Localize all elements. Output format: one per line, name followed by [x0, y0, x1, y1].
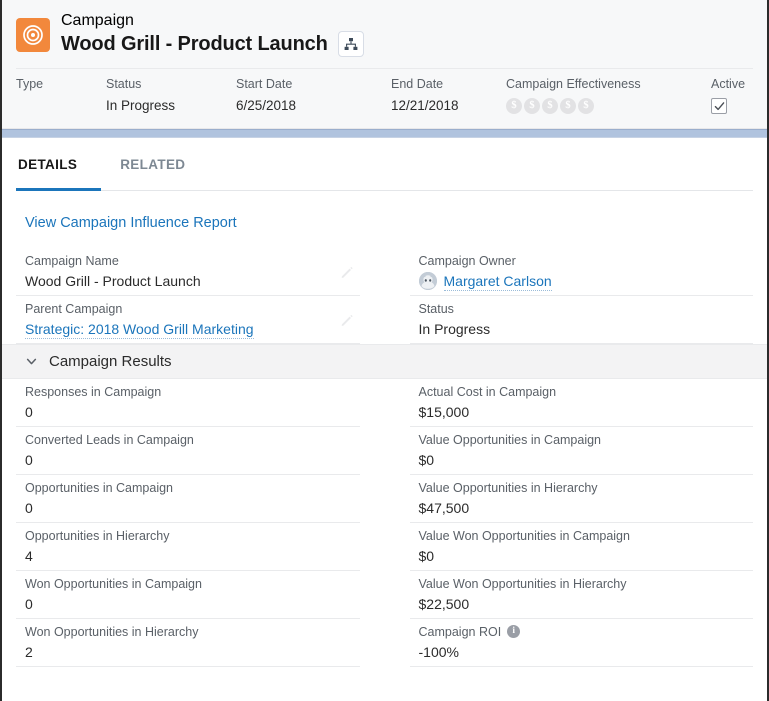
field-label: Start Date	[236, 77, 293, 91]
field-label: Campaign Effectiveness	[506, 77, 641, 91]
field-value: 2	[25, 643, 33, 660]
field-value: $22,500	[418, 595, 470, 612]
field-value: 0	[25, 595, 33, 612]
field-value: 12/21/2018	[391, 98, 459, 113]
campaign-record-page: Campaign Wood Grill - Product Launch Typ…	[0, 0, 769, 701]
tab-details[interactable]: DETAILS	[16, 138, 102, 191]
section-header-campaign-results[interactable]: Campaign Results	[2, 344, 767, 379]
field-label: Value Opportunities in Hierarchy	[418, 480, 598, 495]
field-value-opportunities-in-campaign: Value Opportunities in Campaign $0	[409, 427, 753, 475]
object-type-label: Campaign	[61, 12, 134, 29]
edit-pencil-icon[interactable]	[340, 313, 354, 327]
field-opportunities-in-campaign: Opportunities in Campaign 0	[16, 475, 360, 523]
effectiveness-rating[interactable]: $ $ $ $ $	[506, 97, 711, 114]
field-label: Opportunities in Campaign	[25, 480, 173, 495]
field-label: Responses in Campaign	[25, 384, 162, 399]
view-hierarchy-button[interactable]	[337, 31, 364, 57]
field-label: Converted Leads in Campaign	[25, 432, 194, 447]
campaign-owner-link[interactable]: Margaret Carlson	[443, 272, 552, 291]
field-value: 4	[25, 547, 33, 564]
field-label: Actual Cost in Campaign	[418, 384, 557, 399]
field-label: Campaign ROI i	[419, 624, 728, 640]
avatar	[418, 272, 437, 290]
edit-pencil-icon[interactable]	[340, 265, 354, 279]
field-label: Won Opportunities in Campaign	[25, 576, 202, 591]
campaign-results-grid: Responses in Campaign 0 Actual Cost in Cam…	[2, 379, 767, 667]
record-header: Campaign Wood Grill - Product Launch	[16, 12, 753, 68]
highlight-field-status: Status In Progress	[106, 76, 236, 115]
field-label: Value Won Opportunities in Hierarchy	[418, 576, 627, 591]
effectiveness-coin-icon[interactable]: $	[506, 98, 522, 114]
field-label: Value Won Opportunities in Campaign	[418, 528, 630, 543]
field-responses-in-campaign: Responses in Campaign 0	[16, 379, 360, 427]
field-value: $47,500	[418, 499, 470, 516]
field-won-opportunities-in-campaign: Won Opportunities in Campaign 0	[16, 571, 360, 619]
field-status: Status In Progress	[409, 296, 753, 344]
field-value: Wood Grill - Product Launch	[25, 272, 201, 289]
section-title: Campaign Results	[49, 352, 172, 370]
field-label: Type	[16, 77, 44, 91]
field-opportunities-in-hierarchy: Opportunities in Hierarchy 4	[16, 523, 360, 571]
field-converted-leads-in-campaign: Converted Leads in Campaign 0	[16, 427, 360, 475]
field-value: In Progress	[418, 320, 491, 337]
highlight-field-active: Active	[711, 76, 763, 114]
field-label: End Date	[391, 77, 444, 91]
field-label: Status	[106, 77, 142, 91]
field-value-wrapper: Margaret Carlson	[418, 272, 728, 291]
field-label: Active	[711, 77, 746, 91]
title-block: Campaign Wood Grill - Product Launch	[61, 12, 364, 57]
highlights-panel: Campaign Wood Grill - Product Launch Typ…	[2, 0, 767, 129]
effectiveness-coin-icon[interactable]: $	[578, 98, 594, 114]
field-value: $0	[418, 547, 435, 564]
field-label: Value Opportunities in Campaign	[418, 432, 602, 447]
field-value-wrapper: Strategic: 2018 Wood Grill Marketing	[25, 320, 334, 339]
field-value	[16, 97, 106, 115]
field-actual-cost-in-campaign: Actual Cost in Campaign $15,000	[409, 379, 753, 427]
chevron-down-icon	[25, 355, 38, 368]
field-value: 0	[25, 403, 33, 420]
tab-related[interactable]: RELATED	[101, 138, 204, 190]
field-campaign-roi: Campaign ROI i -100%	[409, 619, 753, 667]
field-label: Won Opportunities in Hierarchy	[25, 624, 199, 639]
highlight-field-effectiveness: Campaign Effectiveness $ $ $ $ $	[506, 76, 711, 114]
parent-campaign-link[interactable]: Strategic: 2018 Wood Grill Marketing	[25, 320, 254, 339]
field-value: $15,000	[418, 403, 470, 420]
field-value: In Progress	[106, 98, 176, 113]
tabs-container: DETAILS RELATED	[2, 138, 767, 191]
effectiveness-coin-icon[interactable]: $	[560, 98, 576, 114]
field-label: Parent Campaign	[25, 301, 123, 316]
field-parent-campaign: Parent Campaign Strategic: 2018 Wood Gri…	[16, 296, 360, 344]
info-icon[interactable]: i	[507, 625, 521, 638]
details-panel: View Campaign Influence Report Campaign …	[2, 191, 767, 667]
field-label: Campaign Owner	[418, 253, 516, 268]
campaign-target-icon	[16, 17, 50, 52]
highlight-field-start-date: Start Date 6/25/2018	[236, 76, 391, 115]
field-campaign-owner: Campaign Owner Margaret Carlson	[409, 248, 753, 296]
effectiveness-coin-icon[interactable]: $	[524, 98, 540, 114]
field-value-won-opportunities-in-campaign: Value Won Opportunities in Campaign $0	[409, 523, 753, 571]
field-value: -100%	[418, 643, 459, 660]
field-value: 6/25/2018	[236, 98, 297, 113]
field-won-opportunities-in-hierarchy: Won Opportunities in Hierarchy 2	[16, 619, 360, 667]
field-label: Opportunities in Hierarchy	[25, 528, 170, 543]
field-value: 0	[25, 499, 33, 516]
field-value-opportunities-in-hierarchy: Value Opportunities in Hierarchy $47,500	[409, 475, 753, 523]
page-title: Wood Grill - Product Launch	[61, 32, 328, 55]
title-row: Wood Grill - Product Launch	[61, 31, 364, 57]
top-fields-grid: Campaign Name Wood Grill - Product Launc…	[2, 248, 767, 344]
tab-list: DETAILS RELATED	[16, 138, 753, 191]
active-checkbox[interactable]	[711, 98, 727, 114]
effectiveness-coin-icon[interactable]: $	[542, 98, 558, 114]
panel-divider-band	[2, 129, 767, 138]
field-label: Status	[418, 301, 454, 316]
field-value-won-opportunities-in-hierarchy: Value Won Opportunities in Hierarchy $22,…	[409, 571, 753, 619]
field-campaign-name: Campaign Name Wood Grill - Product Launc…	[16, 248, 360, 296]
highlight-field-end-date: End Date 12/21/2018	[391, 76, 506, 115]
field-label: Campaign Name	[25, 253, 119, 268]
highlight-field-type: Type	[16, 76, 106, 115]
field-value: 0	[25, 451, 33, 468]
field-value: $0	[418, 451, 435, 468]
highlights-field-strip: Type Status In Progress Start Date 6/25/…	[16, 68, 753, 128]
view-campaign-influence-report-link[interactable]: View Campaign Influence Report	[25, 215, 237, 231]
